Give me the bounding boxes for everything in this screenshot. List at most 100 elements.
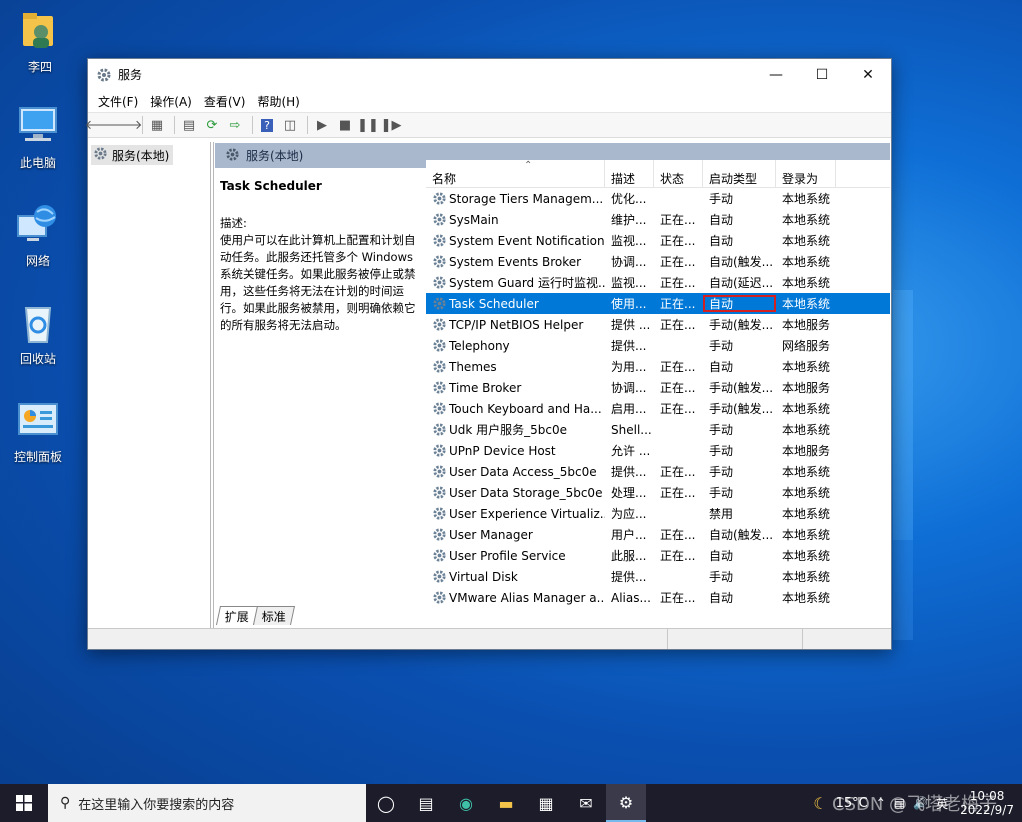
table-row[interactable]: User Profile Service 此服... 正在... 自动 本地系统 (426, 545, 890, 566)
service-gear-icon (432, 380, 447, 395)
toolbar: 🡐 🡒 ▦ ▤ ⟳ ⇨ ? ◫ ▶ ■ ❚❚ ❚▶ (85, 112, 891, 138)
arrow-right-icon: 🡒 (107, 118, 143, 133)
pause-service-button[interactable]: ❚❚ (357, 115, 379, 135)
service-gear-icon (432, 443, 447, 458)
desktop-icon-user[interactable]: 李四 (5, 8, 75, 75)
minimize-button[interactable]: — (753, 59, 799, 90)
table-row[interactable]: Telephony 提供... 手动 网络服务 (426, 335, 890, 356)
column-header-status[interactable]: 状态 (654, 160, 703, 187)
taskbar-search-box[interactable]: ⚲ 在这里输入你要搜索的内容 (48, 784, 366, 822)
taskbar-app-services[interactable]: ⚙ (606, 784, 646, 822)
show-hide-tree-button[interactable]: ▦ (147, 115, 167, 135)
service-name-cell: Storage Tiers Managem... (426, 191, 605, 206)
service-gear-icon (432, 548, 447, 563)
task-switch-button[interactable]: ▤ (406, 784, 446, 822)
service-name-cell: Virtual Disk (426, 569, 605, 584)
services-gear-icon (225, 147, 240, 165)
service-description-cell: 处理... (611, 486, 647, 500)
service-name: User Experience Virtualiz... (449, 506, 605, 521)
tab-extended[interactable]: 扩展 (215, 606, 259, 625)
taskbar-app-edge[interactable]: ◉ (446, 784, 486, 822)
table-row[interactable]: User Data Access_5bc0e 提供... 正在... 手动 本地系统 (426, 461, 890, 482)
desktop-icon-network[interactable]: 网络 (3, 202, 73, 269)
restart-service-button[interactable]: ❚▶ (381, 115, 402, 135)
table-row[interactable]: System Events Broker 协调... 正在... 自动(触发... 本地… (426, 251, 890, 272)
table-row[interactable]: TCP/IP NetBIOS Helper 提供 ... 正在... 手动(触发...… (426, 314, 890, 335)
wallpaper-beam (893, 540, 913, 640)
maximize-button[interactable]: ☐ (799, 59, 845, 90)
taskbar-app-store[interactable]: ▦ (526, 784, 566, 822)
toolbar-separator (174, 116, 175, 134)
action-pane-button[interactable]: ◫ (280, 115, 300, 135)
menu-help[interactable]: 帮助(H) (251, 93, 305, 110)
column-header-description[interactable]: 描述 (605, 160, 654, 187)
column-header-name[interactable]: 名称 (426, 160, 605, 187)
window-title: 服务 (118, 68, 143, 82)
service-logon-cell: 本地系统 (782, 465, 831, 479)
service-name-cell: User Data Storage_5bc0e (426, 485, 605, 500)
export-list-button[interactable]: ⇨ (225, 115, 245, 135)
service-gear-icon (432, 254, 447, 269)
taskbar-app-mail[interactable]: ✉ (566, 784, 606, 822)
tree-item-services-local[interactable]: 服务(本地) (91, 145, 174, 165)
properties-button[interactable]: ▤ (179, 115, 199, 135)
start-service-button[interactable]: ▶ (312, 115, 332, 135)
menu-view[interactable]: 查看(V) (198, 93, 252, 110)
service-startup-type-cell: 禁用 (709, 507, 734, 521)
service-startup-type-cell: 手动 (709, 465, 734, 479)
task-view-button[interactable]: ◯ (366, 784, 406, 822)
start-button[interactable] (0, 784, 48, 822)
title-bar[interactable]: 服务 — ☐ ✕ (88, 59, 891, 90)
service-gear-icon (432, 212, 447, 227)
table-row[interactable]: Time Broker 协调... 正在... 手动(触发... 本地服务 (426, 377, 890, 398)
desktop-icon-control-panel[interactable]: 控制面板 (3, 398, 73, 465)
windows-logo-icon (16, 795, 32, 811)
minimize-icon: — (769, 66, 783, 83)
tab-standard[interactable]: 标准 (252, 606, 296, 625)
service-startup-type-cell: 手动 (709, 423, 734, 437)
menu-action[interactable]: 操作(A) (144, 93, 198, 110)
column-header-startup-type[interactable]: 启动类型 (703, 160, 776, 187)
stop-service-button[interactable]: ■ (335, 115, 355, 135)
tab-label: 扩展 (224, 610, 249, 624)
menu-file[interactable]: 文件(F) (92, 93, 144, 110)
forward-button[interactable]: 🡒 (108, 115, 143, 135)
table-row[interactable]: User Manager 用户... 正在... 自动(触发... 本地系统 (426, 524, 890, 545)
close-button[interactable]: ✕ (845, 59, 891, 90)
table-row[interactable]: Themes 为用... 正在... 自动 本地系统 (426, 356, 890, 377)
service-description-cell: 提供... (611, 570, 647, 584)
table-row[interactable]: Task Scheduler 使用... 正在... 自动 本地系统 (426, 293, 890, 314)
table-row[interactable]: Udk 用户服务_5bc0e Shell... 手动 本地系统 (426, 419, 890, 440)
table-row[interactable]: Storage Tiers Managem... 优化... 手动 本地系统 (426, 188, 890, 209)
table-row[interactable]: System Guard 运行时监视... 监视... 正在... 自动(延迟... 本… (426, 272, 890, 293)
refresh-button[interactable]: ⟳ (202, 115, 222, 135)
table-row[interactable]: SysMain 维护... 正在... 自动 本地系统 (426, 209, 890, 230)
table-row[interactable]: System Event Notification... 监视... 正在... 自动… (426, 230, 890, 251)
table-row[interactable]: UPnP Device Host 允许 ... 手动 本地服务 (426, 440, 890, 461)
desktop-icon-recycle-bin[interactable]: 回收站 (3, 300, 73, 367)
service-status-cell: 正在... (660, 297, 696, 311)
services-gear-icon: ⚙ (618, 792, 634, 812)
pause-icon: ❚❚ (357, 117, 379, 133)
status-section (668, 629, 803, 649)
column-header-log-on-as[interactable]: 登录为 (776, 160, 836, 187)
service-logon-cell: 本地服务 (782, 444, 831, 458)
tab-label: 标准 (261, 610, 286, 624)
desktop-icon-computer[interactable]: 此电脑 (3, 104, 73, 171)
desktop-icon-label: 控制面板 (13, 450, 62, 464)
services-gear-icon (93, 146, 108, 164)
edge-icon: ◉ (459, 793, 473, 813)
table-row[interactable]: User Data Storage_5bc0e 处理... 正在... 手动 本地系统 (426, 482, 890, 503)
table-row[interactable]: Touch Keyboard and Ha... 启用... 正在... 手动(触发.… (426, 398, 890, 419)
mail-icon: ✉ (579, 793, 593, 813)
weather-moon-icon[interactable]: ☾ (813, 794, 827, 813)
help-button[interactable]: ? (257, 115, 277, 135)
table-row[interactable]: VMware Alias Manager a... Alias... 正在... 自动… (426, 587, 890, 606)
search-placeholder: 在这里输入你要搜索的内容 (78, 797, 235, 813)
taskbar-app-explorer[interactable]: ▬ (486, 784, 526, 822)
service-name-cell: User Data Access_5bc0e (426, 464, 605, 479)
table-row[interactable]: User Experience Virtualiz... 为应... 禁用 本地系统 (426, 503, 890, 524)
service-status-cell: 正在... (660, 318, 696, 332)
table-row[interactable]: Virtual Disk 提供... 手动 本地系统 (426, 566, 890, 587)
service-logon-cell: 本地系统 (782, 297, 831, 311)
